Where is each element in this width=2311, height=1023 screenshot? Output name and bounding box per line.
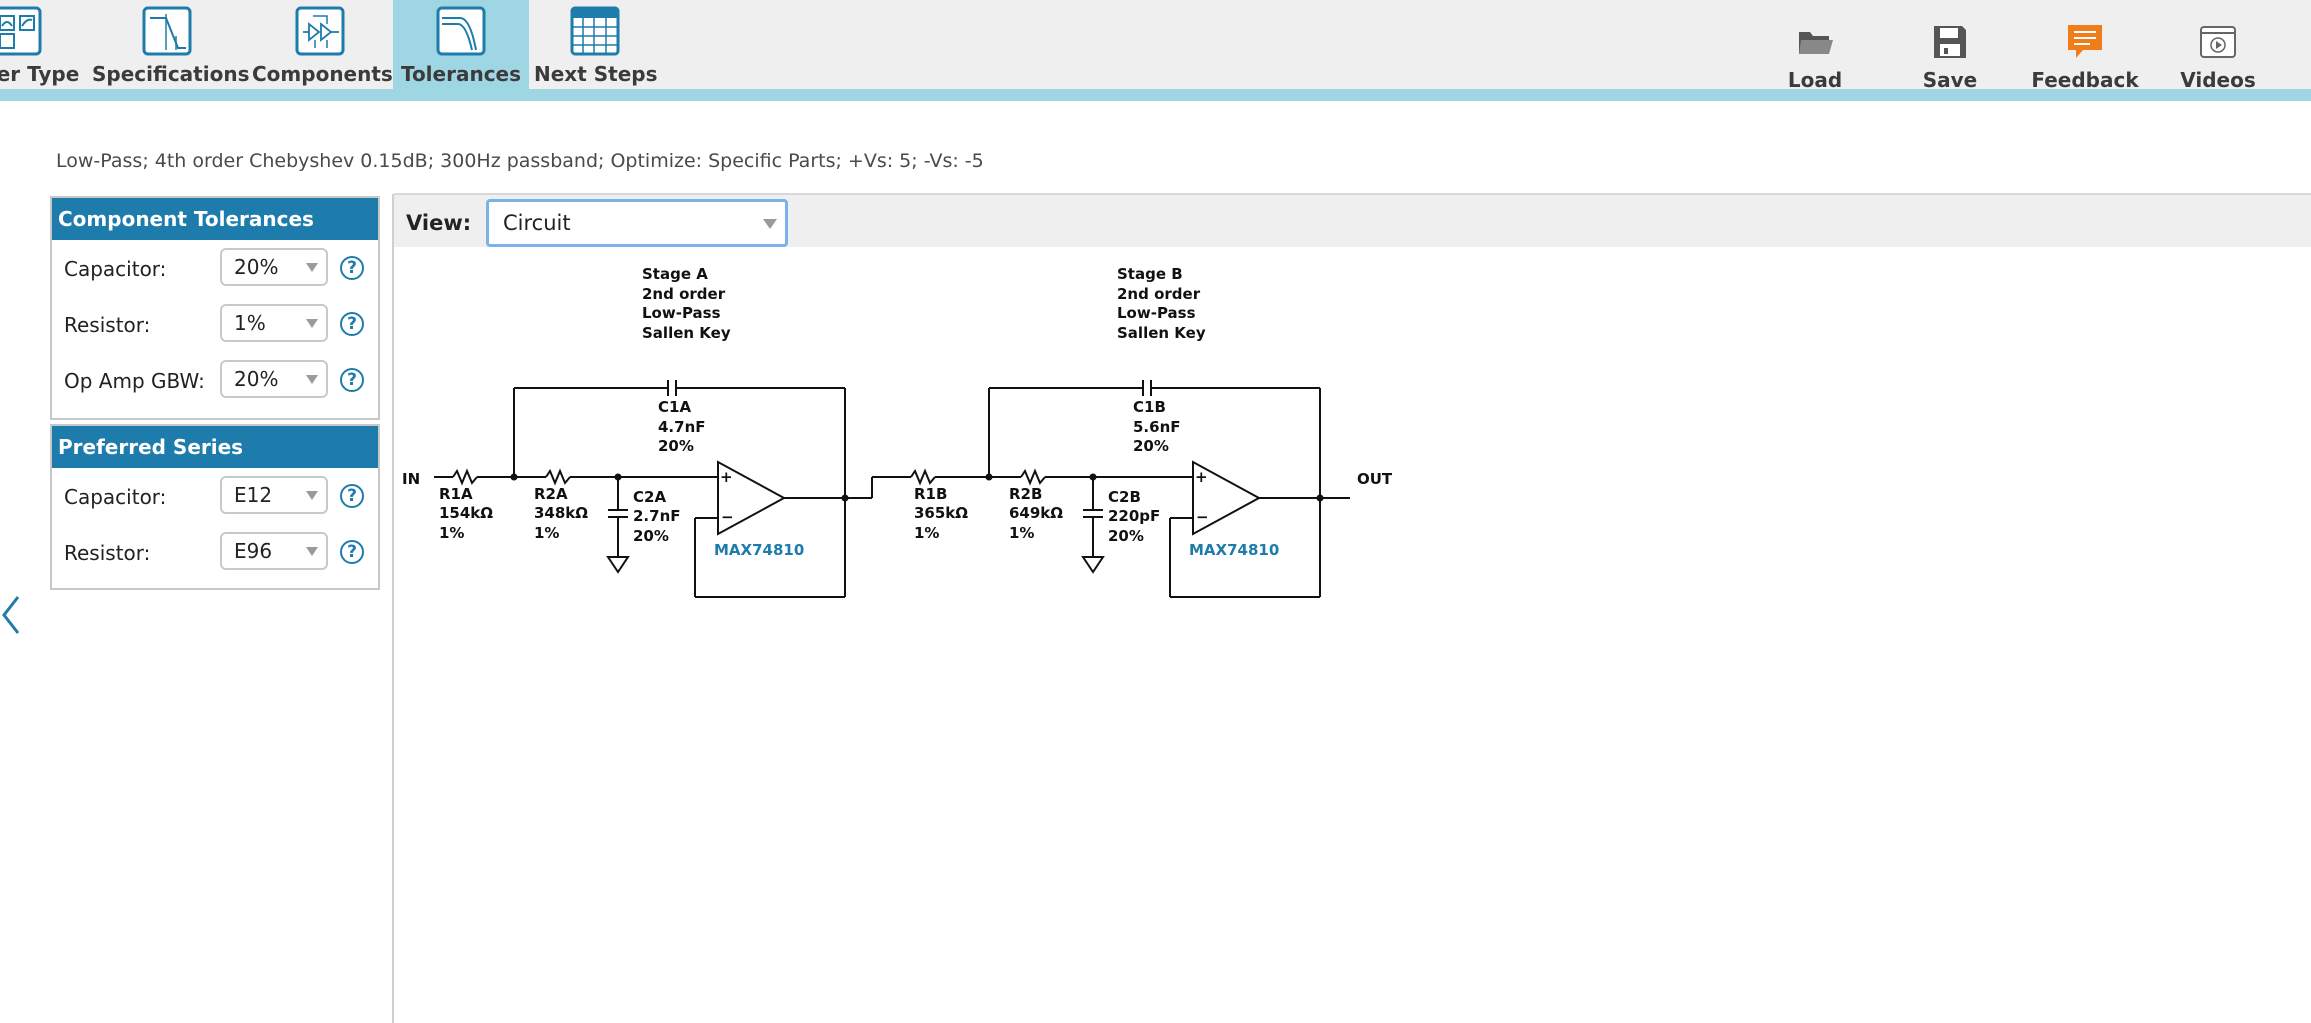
c1b-name: C1B [1133, 398, 1166, 416]
in-label: IN [402, 470, 420, 488]
r2b-value: 649kΩ [1009, 504, 1063, 522]
c2b-name: C2B [1108, 488, 1141, 506]
c1b-tolerance: 20% [1133, 437, 1169, 455]
stage-b-title: Stage B [1117, 265, 1183, 283]
r1b-value: 365kΩ [914, 504, 968, 522]
opamp-b-part-link[interactable]: MAX74810 [1189, 541, 1279, 559]
opamp-b-plus: + [1195, 468, 1208, 486]
c1a-name: C1A [658, 398, 691, 416]
opamp-b-minus: − [1196, 508, 1209, 526]
r1b-name: R1B [914, 485, 947, 503]
opamp-a-minus: − [721, 508, 734, 526]
stage-a-type: Low-Pass [642, 304, 721, 322]
stage-b-topology: Sallen Key [1117, 324, 1206, 342]
r1a-name: R1A [439, 485, 473, 503]
r2a-tolerance: 1% [534, 524, 559, 542]
stage-b-order: 2nd order [1117, 285, 1201, 303]
c2a-name: C2A [633, 488, 666, 506]
r2b-tolerance: 1% [1009, 524, 1034, 542]
c2a-tolerance: 20% [633, 527, 669, 545]
c1a-value: 4.7nF [658, 418, 706, 436]
stage-a-topology: Sallen Key [642, 324, 731, 342]
r2a-name: R2A [534, 485, 568, 503]
r1a-tolerance: 1% [439, 524, 464, 542]
c2a-value: 2.7nF [633, 507, 681, 525]
stage-b-type: Low-Pass [1117, 304, 1196, 322]
c1b-value: 5.6nF [1133, 418, 1181, 436]
r2b-name: R2B [1009, 485, 1042, 503]
r1b-tolerance: 1% [914, 524, 939, 542]
r1a-value: 154kΩ [439, 504, 493, 522]
opamp-a-part-link[interactable]: MAX74810 [714, 541, 804, 559]
c1a-tolerance: 20% [658, 437, 694, 455]
r2a-value: 348kΩ [534, 504, 588, 522]
out-label: OUT [1357, 470, 1393, 488]
opamp-a-plus: + [720, 468, 733, 486]
c2b-value: 220pF [1108, 507, 1160, 525]
c2b-tolerance: 20% [1108, 527, 1144, 545]
stage-a-title: Stage A [642, 265, 708, 283]
circuit-schematic: IN OUT Stage A 2nd order Low-Pass Sallen… [402, 265, 1393, 598]
stage-a-order: 2nd order [642, 285, 726, 303]
